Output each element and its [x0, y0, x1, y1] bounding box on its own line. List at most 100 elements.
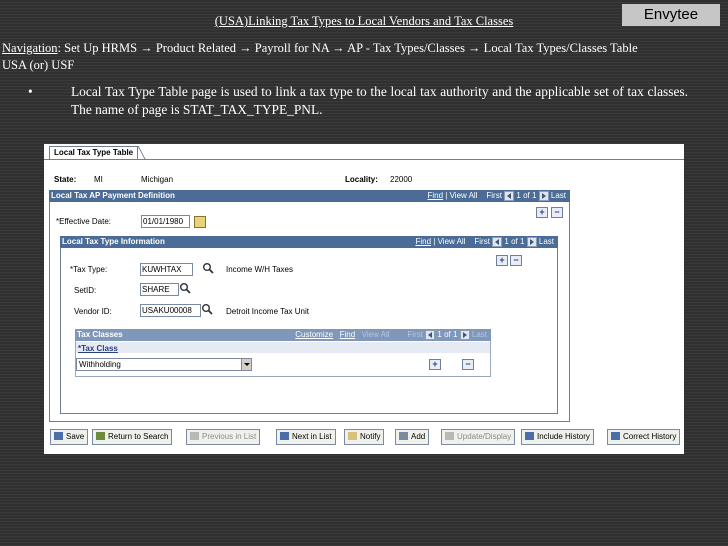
- tax-type-info-nav: Find | View All First 1 of 1 Last: [415, 236, 554, 247]
- tab-divider: [44, 159, 684, 160]
- tax-classes-title: Tax Classes: [77, 330, 123, 339]
- next-in-list-button[interactable]: Next in List: [276, 429, 336, 445]
- tax-classes-nav: Customize | Find | View All First 1 of 1…: [295, 329, 487, 340]
- description-text: Local Tax Type Table page is used to lin…: [71, 84, 688, 117]
- ap-first-label: First: [486, 191, 502, 200]
- calendar-icon[interactable]: [194, 216, 206, 228]
- classes-count: 1 of 1: [437, 330, 458, 339]
- add-button[interactable]: Add: [395, 429, 430, 445]
- navigation-label: Navigation: [2, 41, 58, 55]
- ap-next-arrow-icon[interactable]: [538, 190, 549, 201]
- correct-history-label: Correct History: [623, 432, 677, 441]
- ap-definition-header: Local Tax AP Payment Definition Find | V…: [49, 190, 570, 202]
- ap-viewall-link[interactable]: View All: [450, 191, 478, 200]
- previous-in-list-button[interactable]: Previous in List: [186, 429, 261, 445]
- arrow-up-icon: [190, 431, 199, 440]
- tax-classes-header: Tax Classes Customize | Find | View All …: [75, 329, 491, 341]
- tax-class-selected-value: Withholding: [79, 360, 121, 369]
- add-icon: [399, 431, 408, 440]
- ap-definition-nav: Find | View All First 1 of 1 Last: [427, 190, 566, 201]
- tax-type-info-section: [60, 236, 558, 414]
- vendor-description: Detroit Income Tax Unit: [226, 307, 309, 316]
- tax-type-info-title: Local Tax Type Information: [62, 237, 165, 246]
- description-bullet: • Local Tax Type Table page is used to l…: [28, 83, 688, 119]
- correct-history-button[interactable]: Correct History: [607, 429, 681, 445]
- info-count: 1 of 1: [504, 237, 525, 246]
- vendor-id-label: Vendor ID:: [74, 307, 112, 316]
- tax-type-description: Income W/H Taxes: [226, 265, 293, 274]
- ap-count: 1 of 1: [516, 191, 537, 200]
- correct-history-icon: [611, 431, 620, 440]
- save-button[interactable]: Save: [50, 429, 89, 445]
- arrow-down-icon: [280, 431, 289, 440]
- state-name: Michigan: [141, 175, 174, 184]
- classes-last-label: Last: [471, 330, 487, 339]
- tax-class-column-header[interactable]: *Tax Class: [78, 344, 118, 353]
- info-find-link[interactable]: Find: [415, 237, 431, 246]
- tax-type-lookup-icon[interactable]: [202, 262, 214, 274]
- envelope-icon: [348, 431, 357, 440]
- slide-title: (USA)Linking Tax Types to Local Vendors …: [214, 14, 514, 28]
- classes-viewall-link[interactable]: View All: [362, 330, 390, 339]
- peoplesoft-page: Local Tax Type Table State: MI Michigan …: [44, 144, 684, 454]
- setid-lookup-icon[interactable]: [179, 282, 191, 294]
- page-toolbar: Save Return to Search Previous in List N…: [50, 429, 681, 447]
- notify-label: Notify: [360, 432, 381, 441]
- add-label: Add: [411, 432, 426, 441]
- tax-class-column-row: [76, 342, 490, 353]
- classes-first-label: First: [407, 330, 423, 339]
- info-last-label: Last: [538, 237, 554, 246]
- ap-find-link[interactable]: Find: [427, 191, 443, 200]
- ap-add-row-button[interactable]: +: [536, 207, 548, 218]
- include-history-button[interactable]: Include History: [521, 429, 594, 445]
- notify-button[interactable]: Notify: [344, 429, 385, 445]
- update-display-button[interactable]: Update/Display: [441, 429, 516, 445]
- save-icon: [54, 431, 63, 440]
- state-code: MI: [94, 175, 103, 184]
- info-viewall-link[interactable]: View All: [438, 237, 466, 246]
- ap-definition-title: Local Tax AP Payment Definition: [51, 191, 175, 200]
- info-add-row-button[interactable]: +: [496, 255, 508, 266]
- tab-local-tax-type-table[interactable]: Local Tax Type Table: [49, 146, 139, 159]
- next-in-list-label: Next in List: [292, 432, 332, 441]
- vendor-lookup-icon[interactable]: [201, 303, 213, 315]
- tax-class-select[interactable]: Withholding: [76, 358, 252, 371]
- update-icon: [445, 431, 454, 440]
- tax-type-input[interactable]: KUWHTAX: [140, 263, 193, 276]
- effective-date-input[interactable]: 01/01/1980: [141, 215, 190, 228]
- info-prev-arrow-icon[interactable]: [492, 236, 503, 247]
- navigation-path: Navigation: Set Up HRMS → Product Relate…: [2, 40, 662, 74]
- classes-customize-link[interactable]: Customize: [295, 330, 333, 339]
- save-button-label: Save: [66, 432, 85, 441]
- classes-prev-arrow-icon[interactable]: [425, 329, 436, 340]
- locality-value: 22000: [390, 175, 413, 184]
- info-delete-row-button[interactable]: −: [510, 255, 522, 266]
- include-history-label: Include History: [537, 432, 590, 441]
- classes-delete-row-button[interactable]: −: [462, 359, 474, 370]
- effective-date-label: *Effective Date:: [56, 217, 111, 226]
- ap-prev-arrow-icon[interactable]: [504, 190, 515, 201]
- brand-logo: Envytee: [622, 4, 720, 26]
- ap-last-label: Last: [550, 191, 566, 200]
- classes-find-link[interactable]: Find: [340, 330, 356, 339]
- setid-label: SetID:: [74, 286, 97, 295]
- chevron-down-icon[interactable]: [241, 359, 251, 370]
- setid-input[interactable]: SHARE: [140, 283, 179, 296]
- history-icon: [525, 431, 534, 440]
- ap-delete-row-button[interactable]: −: [551, 207, 563, 218]
- previous-in-list-label: Previous in List: [202, 432, 257, 441]
- info-next-arrow-icon[interactable]: [526, 236, 537, 247]
- navigation-text: : Set Up HRMS → Product Related → Payrol…: [2, 41, 638, 72]
- bullet-dot-icon: •: [28, 84, 33, 99]
- info-first-label: First: [474, 237, 490, 246]
- vendor-id-input[interactable]: USAKU00008: [140, 304, 201, 317]
- locality-label: Locality:: [345, 175, 378, 184]
- tax-type-info-header: Local Tax Type Information Find | View A…: [60, 236, 558, 248]
- tax-type-label: *Tax Type:: [70, 265, 108, 274]
- return-to-search-label: Return to Search: [108, 432, 169, 441]
- update-display-label: Update/Display: [457, 432, 512, 441]
- return-to-search-button[interactable]: Return to Search: [92, 429, 173, 445]
- classes-next-arrow-icon[interactable]: [459, 329, 470, 340]
- return-icon: [96, 431, 105, 440]
- classes-add-row-button[interactable]: +: [429, 359, 441, 370]
